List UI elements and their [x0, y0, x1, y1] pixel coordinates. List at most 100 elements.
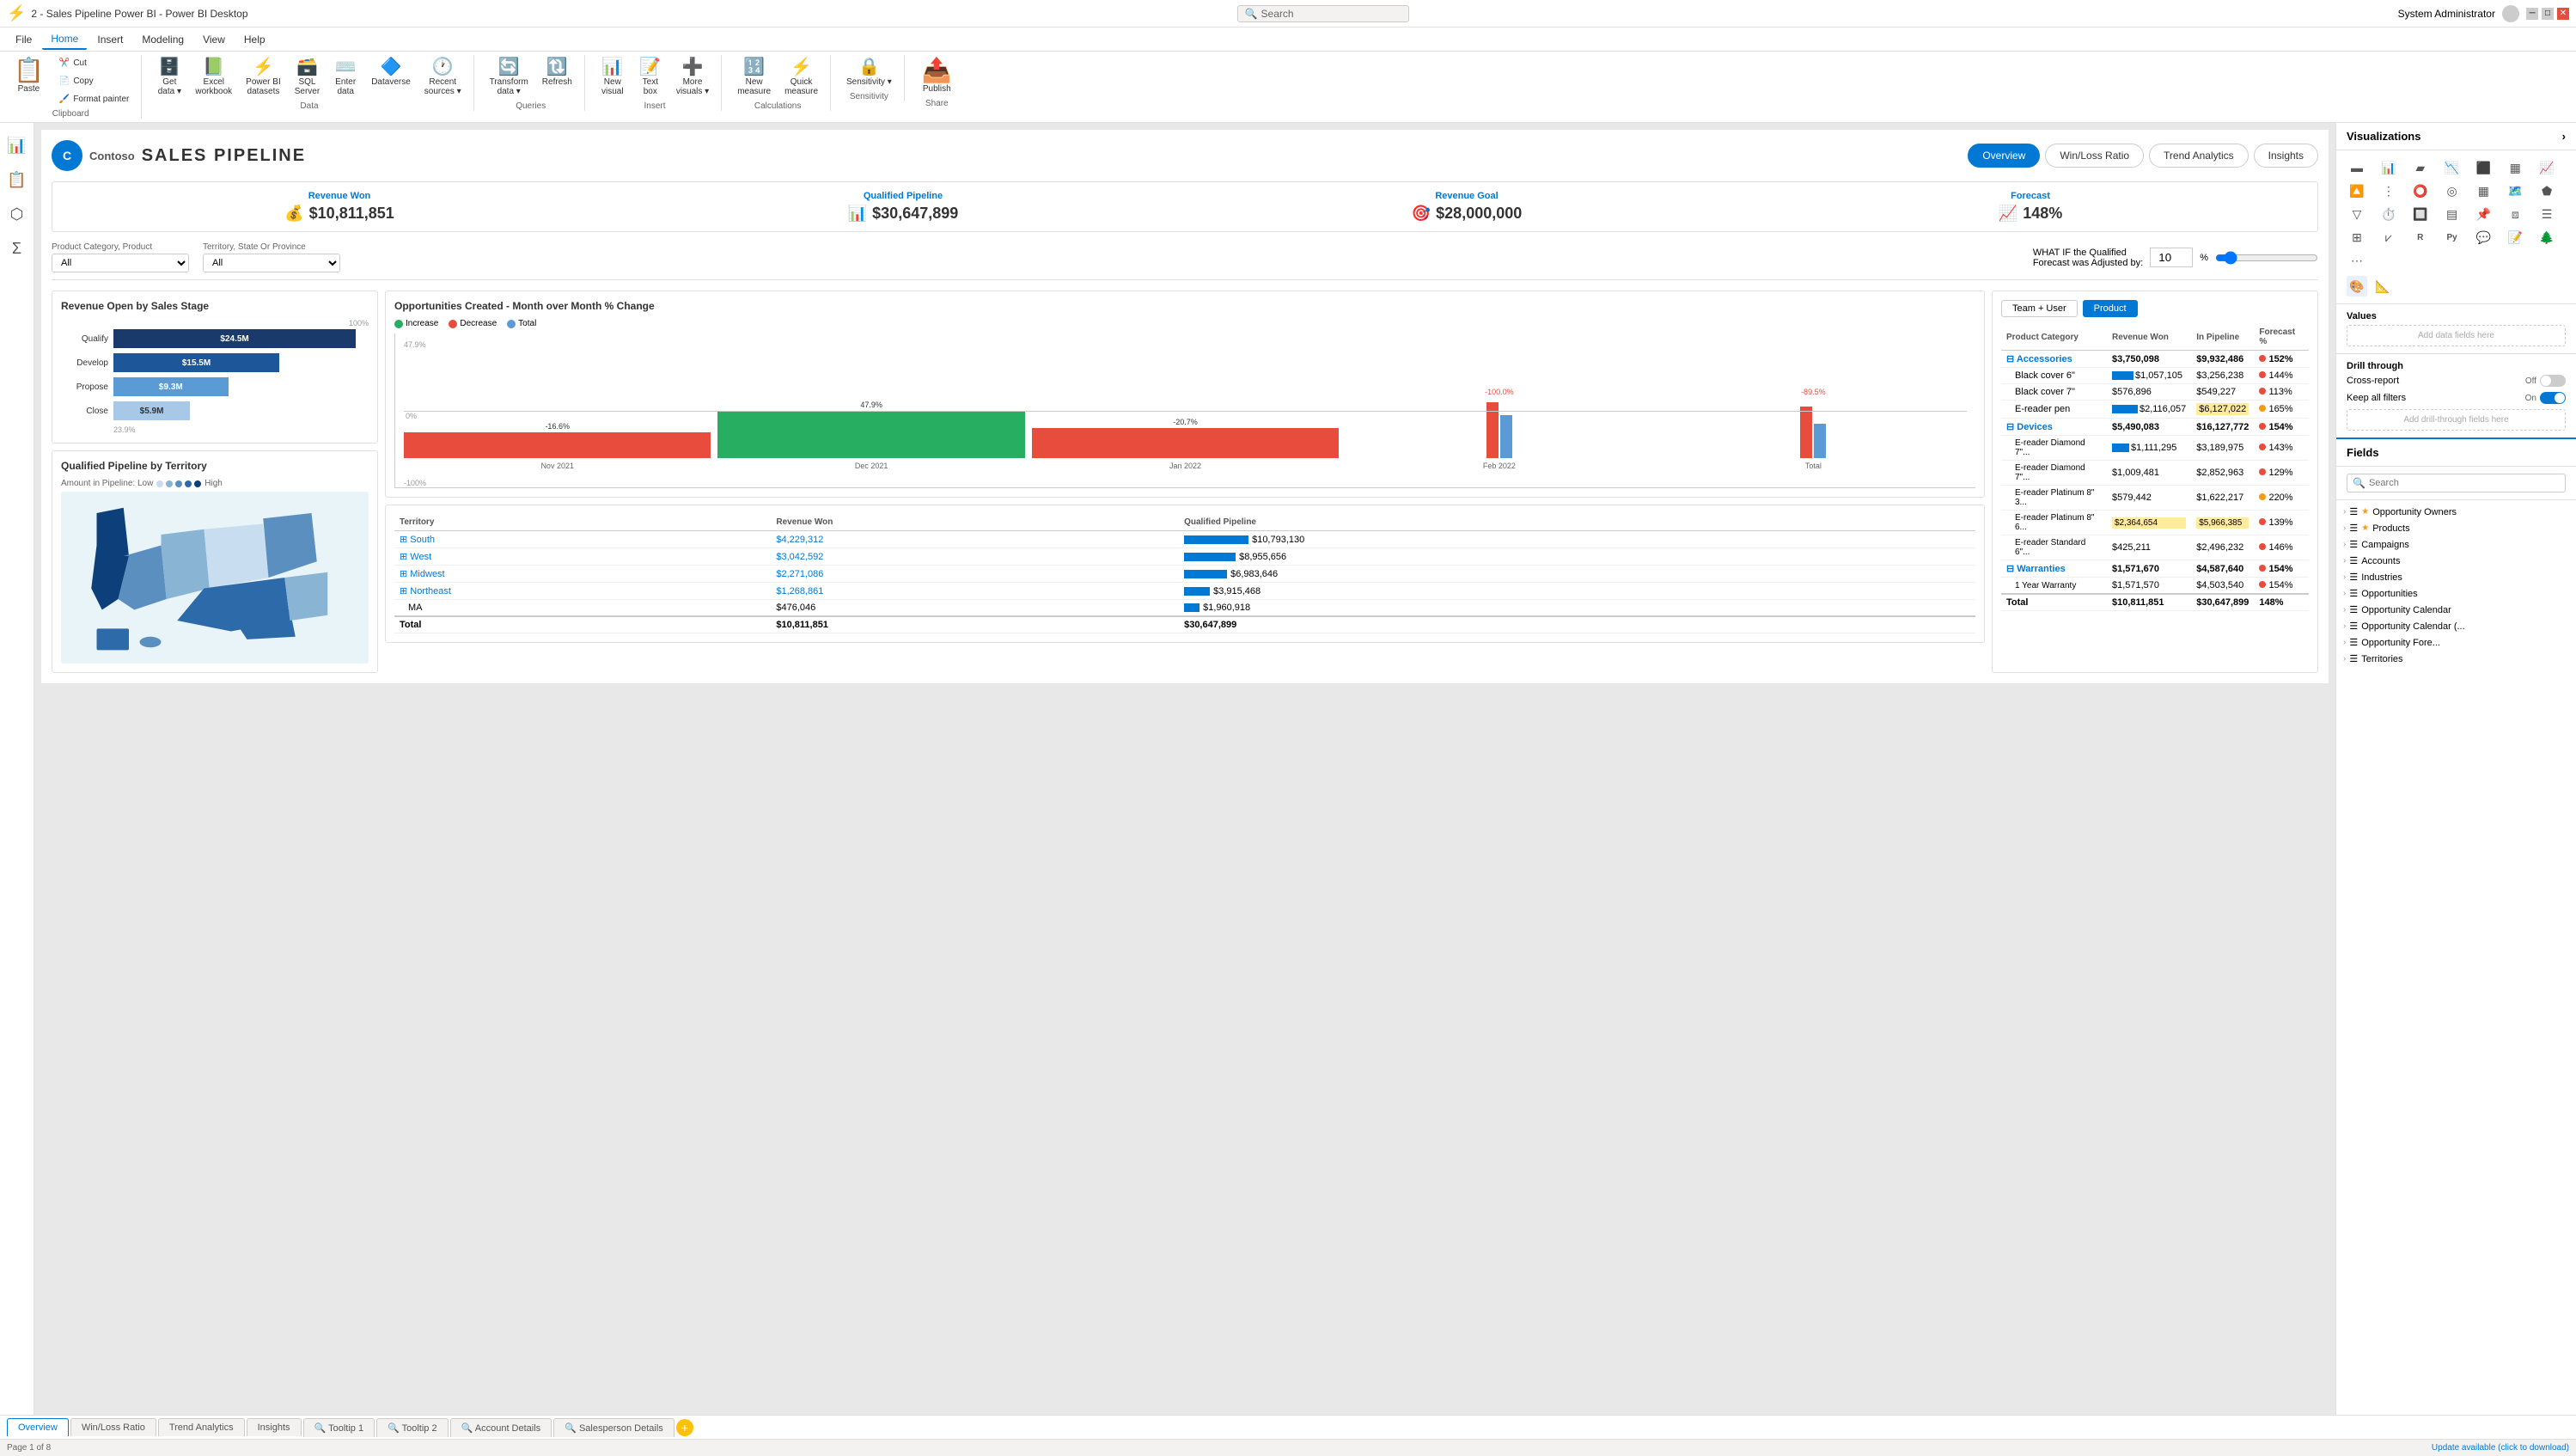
field-campaigns[interactable]: › ☰ Campaigns — [2343, 536, 2569, 553]
fields-search-input[interactable] — [2369, 478, 2560, 488]
recent-sources-button[interactable]: 🕐 Recentsources ▾ — [419, 55, 467, 100]
new-visual-button[interactable]: 📊 Newvisual — [595, 55, 630, 100]
table-row[interactable]: Black cover 7" $576,896 $549,227 113% — [2001, 384, 2309, 401]
table-row[interactable]: E-reader Diamond 7"... $1,111,295 $3,189… — [2001, 436, 2309, 461]
viz-smart-narrative[interactable]: 📝 — [2505, 227, 2525, 248]
table-row[interactable]: E-reader pen $2,116,057 $6,127,022 165% — [2001, 401, 2309, 419]
table-row[interactable]: 1 Year Warranty $1,571,570 $4,503,540 15… — [2001, 578, 2309, 595]
new-measure-button[interactable]: 🔢 Newmeasure — [732, 55, 776, 100]
viz-column-chart[interactable]: 📉 — [2442, 157, 2463, 178]
table-row[interactable]: MA $476,046 $1,960,918 — [394, 600, 1975, 617]
table-row[interactable]: ⊞ West $3,042,592 $8,955,656 — [394, 548, 1975, 566]
team-user-toggle[interactable]: Team + User — [2001, 300, 2078, 317]
field-opportunity-forecast[interactable]: › ☰ Opportunity Fore... — [2343, 634, 2569, 651]
maximize-button[interactable]: □ — [2542, 8, 2554, 20]
close-button[interactable]: ✕ — [2557, 8, 2569, 20]
viz-table[interactable]: ☰ — [2536, 204, 2557, 224]
values-placeholder[interactable]: Add data fields here — [2347, 325, 2566, 346]
viz-waterfall[interactable]: ⩗ — [2378, 227, 2399, 248]
menu-insert[interactable]: Insert — [89, 30, 131, 49]
menu-home[interactable]: Home — [42, 29, 87, 50]
table-row[interactable]: ⊟ Devices $5,490,083 $16,127,772 154% — [2001, 419, 2309, 436]
sql-server-button[interactable]: 🗃️ SQLServer — [290, 55, 325, 100]
tab-tooltip1[interactable]: 🔍 Tooltip 1 — [303, 1418, 375, 1437]
field-industries[interactable]: › ☰ Industries — [2343, 569, 2569, 585]
table-row[interactable]: ⊞ Midwest $2,271,086 $6,983,646 — [394, 566, 1975, 583]
viz-treemap[interactable]: ▦ — [2473, 180, 2494, 201]
cut-button[interactable]: ✂️Cut — [54, 55, 134, 71]
nav-trend[interactable]: Trend Analytics — [2149, 144, 2249, 168]
format-button[interactable]: 🎨 — [2347, 276, 2367, 297]
tab-tooltip2[interactable]: 🔍 Tooltip 2 — [376, 1418, 449, 1437]
menu-help[interactable]: Help — [235, 30, 274, 49]
viz-slicer[interactable]: ⧈ — [2505, 204, 2525, 224]
tab-trend[interactable]: Trend Analytics — [158, 1418, 245, 1436]
viz-100-bar[interactable]: ▰ — [2410, 157, 2431, 178]
dax-query-button[interactable]: Σ — [2, 233, 33, 264]
data-view-button[interactable]: 📋 — [2, 164, 33, 195]
window-controls[interactable]: ─ □ ✕ — [2526, 8, 2569, 20]
table-row[interactable]: Black cover 6" $1,057,105 $3,256,238 144… — [2001, 368, 2309, 384]
table-row[interactable]: ⊟ Warranties $1,571,670 $4,587,640 154% — [2001, 560, 2309, 578]
what-if-input[interactable] — [2150, 248, 2193, 267]
menu-file[interactable]: File — [7, 30, 40, 49]
territory-filter[interactable]: All — [203, 254, 340, 272]
paste-button[interactable]: 📋 Paste — [7, 55, 51, 97]
viz-bar-chart[interactable]: ▬ — [2347, 157, 2367, 178]
nav-overview[interactable]: Overview — [1968, 144, 2040, 168]
transform-data-button[interactable]: 🔄 Transformdata ▾ — [485, 55, 534, 100]
table-row[interactable]: E-reader Platinum 8" 3... $579,442 $1,62… — [2001, 486, 2309, 511]
field-accounts[interactable]: › ☰ Accounts — [2343, 553, 2569, 569]
viz-100-col[interactable]: ▦ — [2505, 157, 2525, 178]
viz-card[interactable]: 🔲 — [2410, 204, 2431, 224]
tab-account-details[interactable]: 🔍 Account Details — [450, 1418, 552, 1437]
more-visuals-button[interactable]: ➕ Morevisuals ▾ — [671, 55, 714, 100]
text-box-button[interactable]: 📝 Textbox — [633, 55, 668, 100]
field-opportunity-calendar[interactable]: › ☰ Opportunity Calendar — [2343, 602, 2569, 618]
menu-modeling[interactable]: Modeling — [133, 30, 192, 49]
nav-insights[interactable]: Insights — [2254, 144, 2318, 168]
viz-multi-row-card[interactable]: ▤ — [2442, 204, 2463, 224]
field-territories[interactable]: › ☰ Territories — [2343, 651, 2569, 667]
report-view-button[interactable]: 📊 — [2, 130, 33, 161]
add-page-button[interactable]: + — [676, 1419, 693, 1436]
table-row[interactable]: E-reader Platinum 8" 6... $2,364,654 $5,… — [2001, 511, 2309, 535]
table-row[interactable]: ⊟ Accessories $3,750,098 $9,932,486 152% — [2001, 351, 2309, 368]
viz-funnel[interactable]: ▽ — [2347, 204, 2367, 224]
viz-line-chart[interactable]: 📈 — [2536, 157, 2557, 178]
viz-map[interactable]: 🗺️ — [2505, 180, 2525, 201]
global-search[interactable]: 🔍 Search — [1237, 5, 1409, 22]
format-painter-button[interactable]: 🖌️Format painter — [54, 91, 134, 107]
viz-filled-map[interactable]: ⬟ — [2536, 180, 2557, 201]
power-bi-datasets-button[interactable]: ⚡ Power BIdatasets — [241, 55, 286, 100]
table-row[interactable]: E-reader Standard 6"... $425,211 $2,496,… — [2001, 535, 2309, 560]
dataverse-button[interactable]: 🔷 Dataverse — [366, 55, 416, 90]
update-message[interactable]: Update available (click to download) — [2432, 1443, 2569, 1453]
excel-workbook-button[interactable]: 📗 Excelworkbook — [190, 55, 237, 100]
field-opportunities[interactable]: › ☰ Opportunities — [2343, 585, 2569, 602]
viz-matrix[interactable]: ⊞ — [2347, 227, 2367, 248]
field-opportunity-calendar-2[interactable]: › ☰ Opportunity Calendar (... — [2343, 618, 2569, 634]
viz-stacked-col[interactable]: ⬛ — [2473, 157, 2494, 178]
analytics-button[interactable]: 📐 — [2372, 276, 2393, 297]
drillthrough-placeholder[interactable]: Add drill-through fields here — [2347, 409, 2566, 431]
publish-button[interactable]: 📤 Publish — [915, 55, 959, 97]
tab-salesperson-details[interactable]: 🔍 Salesperson Details — [553, 1418, 675, 1437]
table-row[interactable]: E-reader Diamond 7"... $1,009,481 $2,852… — [2001, 461, 2309, 486]
cross-report-switch[interactable] — [2540, 375, 2566, 387]
viz-pie[interactable]: ⭕ — [2410, 180, 2431, 201]
viz-decomp-tree[interactable]: 🌲 — [2536, 227, 2557, 248]
viz-qa[interactable]: 💬 — [2473, 227, 2494, 248]
refresh-button[interactable]: 🔃 Refresh — [537, 55, 577, 90]
us-map[interactable] — [61, 492, 369, 664]
viz-kpi[interactable]: 📌 — [2473, 204, 2494, 224]
viz-scatter[interactable]: ⋮ — [2378, 180, 2399, 201]
viz-stacked-bar[interactable]: 📊 — [2378, 157, 2399, 178]
sensitivity-button[interactable]: 🔒 Sensitivity ▾ — [841, 55, 897, 90]
keep-filters-switch[interactable] — [2540, 392, 2566, 404]
nav-winloss[interactable]: Win/Loss Ratio — [2045, 144, 2144, 168]
panel-collapse-icon[interactable]: › — [2562, 130, 2566, 143]
field-products[interactable]: › ☰ ★ Products — [2343, 520, 2569, 536]
viz-more[interactable]: ⋯ — [2347, 250, 2367, 271]
viz-r-visual[interactable]: R — [2410, 227, 2431, 248]
